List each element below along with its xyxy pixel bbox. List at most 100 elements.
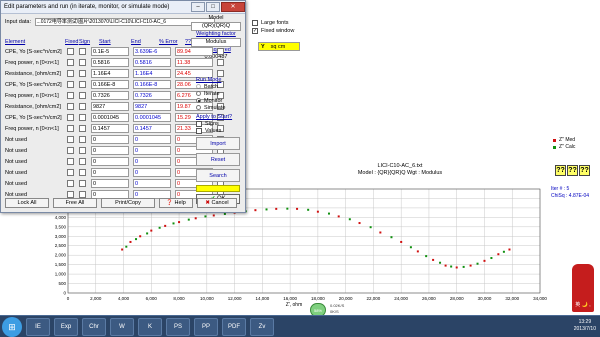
input-path-field[interactable]: ...0172电导率测试\图片\2013070\LICI-C10\LICI-C1…: [34, 18, 215, 26]
right-controls: Run Mode Batch Iterate Monitor Simulate …: [196, 74, 244, 205]
taskbar-app-icon[interactable]: PS: [166, 317, 190, 336]
fixed-checkbox[interactable]: [67, 136, 74, 143]
y-units-field[interactable]: Ysq cm: [258, 42, 300, 51]
end-value: 0: [133, 179, 171, 188]
apply-signs[interactable]: Signs: [196, 120, 244, 127]
sign-checkbox[interactable]: [79, 59, 86, 66]
calculated-point: [265, 208, 268, 211]
end-value: 0.0001045: [133, 113, 171, 122]
sign-checkbox[interactable]: [79, 48, 86, 55]
model-field[interactable]: (QR)(QR)Q: [191, 22, 241, 31]
sign-checkbox[interactable]: [79, 125, 86, 132]
sign-checkbox[interactable]: [79, 169, 86, 176]
free-all-button[interactable]: Free All: [53, 198, 97, 208]
start-input[interactable]: 0.5816: [91, 58, 129, 67]
taskbar-app-icon[interactable]: Chr: [82, 317, 106, 336]
import-button[interactable]: Import: [196, 137, 240, 150]
sign-checkbox[interactable]: [79, 92, 86, 99]
legend-item: Z'' Calc: [550, 144, 575, 151]
start-input[interactable]: 9827: [91, 102, 129, 111]
sign-checkbox[interactable]: [79, 147, 86, 154]
fixed-window-checkbox[interactable]: ✓: [252, 28, 258, 34]
system-clock[interactable]: 13:29 2013/7/10: [574, 319, 596, 333]
close-button[interactable]: ✕: [221, 2, 245, 12]
fixed-window-option[interactable]: ✓ Fixed window: [252, 27, 294, 35]
start-input[interactable]: 0.166E-8: [91, 80, 129, 89]
param-label: Freq power, n [0<n<1]: [5, 125, 59, 132]
question-button[interactable]: ??: [579, 165, 590, 176]
mode-simulate[interactable]: Simulate: [196, 104, 244, 111]
question-button[interactable]: ??: [555, 165, 566, 176]
mode-monitor[interactable]: Monitor: [196, 97, 244, 104]
fixed-checkbox[interactable]: [67, 114, 74, 121]
reset-button[interactable]: Reset: [196, 153, 240, 166]
fixed-checkbox[interactable]: [67, 81, 74, 88]
taskbar-app-icon[interactable]: Zv: [250, 317, 274, 336]
taskbar-app-icon[interactable]: IE: [26, 317, 50, 336]
fixed-checkbox[interactable]: [67, 191, 74, 198]
measured-point: [129, 240, 132, 243]
fixed-checkbox[interactable]: [67, 70, 74, 77]
sign-checkbox[interactable]: [79, 158, 86, 165]
taskbar-app-icon[interactable]: W: [110, 317, 134, 336]
question-checkbox[interactable]: [217, 48, 224, 55]
start-input[interactable]: 0: [91, 135, 129, 144]
col-error: % Error: [159, 39, 178, 45]
start-input[interactable]: 0: [91, 168, 129, 177]
param-label: Not used: [5, 180, 28, 187]
search-button[interactable]: Search: [196, 169, 240, 182]
question-checkbox[interactable]: [217, 59, 224, 66]
measured-point: [164, 224, 167, 227]
fixed-checkbox[interactable]: [67, 92, 74, 99]
sign-checkbox[interactable]: [79, 103, 86, 110]
calculated-point: [327, 212, 330, 215]
start-input[interactable]: 0.7326: [91, 91, 129, 100]
sign-checkbox[interactable]: [79, 81, 86, 88]
sign-checkbox[interactable]: [79, 136, 86, 143]
start-input[interactable]: 0.1457: [91, 124, 129, 133]
start-input[interactable]: 1.16E4: [91, 69, 129, 78]
taskbar-app-icon[interactable]: PDF: [222, 317, 246, 336]
maximize-button[interactable]: □: [206, 2, 220, 12]
taskbar-app-icon[interactable]: K: [138, 317, 162, 336]
fixed-checkbox[interactable]: [67, 59, 74, 66]
help-button[interactable]: ❓ Help: [159, 198, 193, 208]
start-button[interactable]: ⊞: [2, 316, 22, 337]
taskbar-app-icon[interactable]: Exp: [54, 317, 78, 336]
start-input[interactable]: 0.1E-5: [91, 47, 129, 56]
x-tick-label: 28,000: [450, 296, 464, 301]
fixed-checkbox[interactable]: [67, 48, 74, 55]
sign-checkbox[interactable]: [79, 70, 86, 77]
mode-iterate[interactable]: Iterate: [196, 90, 244, 97]
large-fonts-checkbox[interactable]: [252, 20, 258, 26]
mascot-widget[interactable]: 英 🌙 ,: [572, 264, 594, 312]
fixed-checkbox[interactable]: [67, 158, 74, 165]
edit-parameters-dialog: Edit parameters and run (in iterate, mon…: [0, 0, 246, 213]
sign-checkbox[interactable]: [79, 114, 86, 121]
start-input[interactable]: 0.0001045: [91, 113, 129, 122]
param-label: Not used: [5, 169, 28, 176]
taskbar-app-icon[interactable]: PP: [194, 317, 218, 336]
cancel-button[interactable]: ✖ Cancel: [197, 198, 237, 208]
mode-batch[interactable]: Batch: [196, 83, 244, 90]
start-input[interactable]: 0: [91, 146, 129, 155]
dialog-titlebar[interactable]: Edit parameters and run (in iterate, mon…: [1, 1, 245, 14]
fixed-checkbox[interactable]: [67, 169, 74, 176]
start-input[interactable]: 0: [91, 157, 129, 166]
sign-checkbox[interactable]: [79, 180, 86, 187]
measured-point: [275, 207, 278, 210]
col-element: Element: [5, 39, 26, 45]
lock-all-button[interactable]: Lock All: [5, 198, 49, 208]
minimize-button[interactable]: –: [191, 2, 205, 12]
sign-checkbox[interactable]: [79, 191, 86, 198]
fixed-checkbox[interactable]: [67, 125, 74, 132]
fixed-checkbox[interactable]: [67, 180, 74, 187]
start-input[interactable]: 0: [91, 179, 129, 188]
apply-values[interactable]: Values: [196, 127, 244, 134]
large-fonts-option[interactable]: Large fonts: [252, 19, 294, 27]
question-button[interactable]: ??: [567, 165, 578, 176]
end-value: 1.16E4: [133, 69, 171, 78]
print-copy-button[interactable]: Print/Copy: [101, 198, 155, 208]
fixed-checkbox[interactable]: [67, 103, 74, 110]
fixed-checkbox[interactable]: [67, 147, 74, 154]
